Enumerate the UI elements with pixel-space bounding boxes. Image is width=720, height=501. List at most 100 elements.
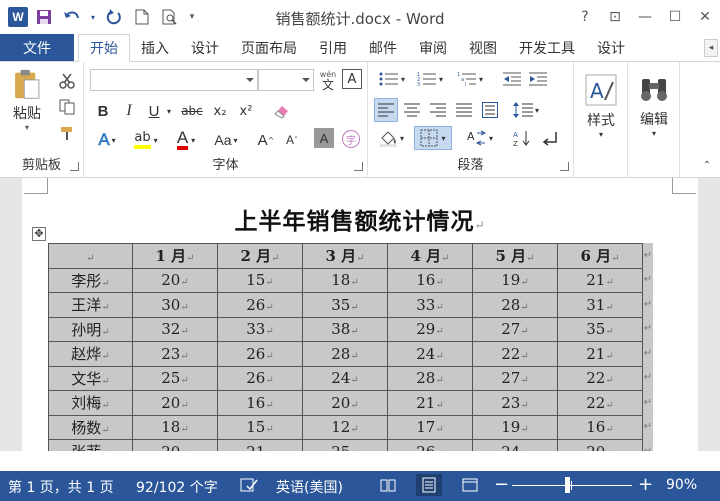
- table-header-cell[interactable]: 1 月↵: [132, 243, 218, 269]
- bold-button[interactable]: B: [92, 100, 114, 122]
- page-count-status[interactable]: 第 1 页，共 1 页: [8, 477, 114, 497]
- table-move-handle-icon[interactable]: ✥: [32, 227, 46, 241]
- table-cell-name[interactable]: 文华↵: [48, 365, 133, 391]
- table-cell-value[interactable]: 28↵: [472, 292, 558, 318]
- character-shading-button[interactable]: A: [314, 128, 334, 148]
- tab-scroll-button[interactable]: ◂: [704, 39, 718, 57]
- table-header-cell[interactable]: 5 月↵: [472, 243, 558, 269]
- proofing-icon[interactable]: [240, 477, 258, 497]
- table-cell-value[interactable]: 26↵: [387, 439, 473, 451]
- table-cell-value[interactable]: 27↵: [472, 316, 558, 342]
- zoom-out-button[interactable]: −: [494, 474, 509, 495]
- highlight-button[interactable]: ab ▾: [128, 128, 164, 152]
- subscript-button[interactable]: x₂: [208, 100, 232, 122]
- align-right-button[interactable]: [426, 98, 450, 122]
- table-cell-value[interactable]: 19↵: [472, 267, 558, 293]
- table-cell-value[interactable]: 21↵: [557, 267, 643, 293]
- italic-button[interactable]: I: [118, 100, 140, 122]
- underline-button[interactable]: U: [144, 100, 164, 122]
- table-cell-value[interactable]: 17↵: [387, 414, 473, 440]
- strikethrough-button[interactable]: abc: [178, 100, 206, 122]
- copy-button[interactable]: [56, 96, 78, 118]
- table-cell-value[interactable]: 23↵: [132, 341, 218, 367]
- table-cell-value[interactable]: 35↵: [557, 316, 643, 342]
- web-layout-icon[interactable]: [462, 478, 478, 496]
- undo-dropdown-button[interactable]: ▾: [88, 5, 98, 29]
- superscript-button[interactable]: x²: [234, 100, 258, 122]
- print-layout-icon[interactable]: [416, 474, 442, 496]
- table-cell-value[interactable]: 27↵: [472, 365, 558, 391]
- increase-indent-button[interactable]: [526, 68, 550, 90]
- table-cell-value[interactable]: 35↵: [302, 292, 388, 318]
- table-cell-name[interactable]: 张菲↵: [48, 439, 133, 451]
- close-button[interactable]: ✕: [690, 0, 720, 34]
- table-cell-value[interactable]: 28↵: [387, 365, 473, 391]
- table-cell-name[interactable]: 赵烨↵: [48, 341, 133, 367]
- table-cell-value[interactable]: 38↵: [302, 316, 388, 342]
- tab-home[interactable]: 开始: [78, 34, 130, 62]
- table-cell-value[interactable]: 18↵: [132, 414, 218, 440]
- repeat-button[interactable]: [102, 5, 126, 29]
- borders-button[interactable]: ▾: [414, 126, 452, 150]
- table-cell-value[interactable]: 20↵: [132, 439, 218, 451]
- table-cell-value[interactable]: 25↵: [132, 365, 218, 391]
- paste-button[interactable]: 粘贴 ▾: [6, 68, 48, 132]
- numbering-button[interactable]: 123 ▾: [412, 68, 448, 90]
- line-spacing-button[interactable]: ▾: [508, 98, 544, 122]
- font-color-button[interactable]: A ▾: [168, 128, 204, 152]
- table-cell-value[interactable]: 15↵: [217, 414, 303, 440]
- collapse-ribbon-button[interactable]: ⌃: [700, 158, 714, 172]
- table-header-cell[interactable]: 6 月↵: [557, 243, 643, 269]
- tab-mailings[interactable]: 邮件: [358, 34, 408, 62]
- decrease-indent-button[interactable]: [500, 68, 524, 90]
- grow-font-button[interactable]: A ^: [254, 128, 278, 152]
- table-cell-value[interactable]: 22↵: [472, 341, 558, 367]
- table-cell-value[interactable]: 22↵: [557, 365, 643, 391]
- font-launcher-icon[interactable]: [354, 162, 363, 171]
- table-cell-value[interactable]: 23↵: [472, 390, 558, 416]
- sales-table[interactable]: ↵ 1 月↵ 2 月↵ 3 月↵ 4 月↵ 5 月↵ 6 月↵ 李彤↵ 20↵ 15…: [48, 243, 643, 451]
- table-cell-value[interactable]: 15↵: [217, 267, 303, 293]
- table-cell-value[interactable]: 20↵: [557, 439, 643, 451]
- sort-button[interactable]: AZ: [510, 126, 534, 150]
- enclose-characters-button[interactable]: A: [342, 69, 362, 89]
- table-cell-value[interactable]: 22↵: [557, 390, 643, 416]
- minimize-button[interactable]: —: [630, 0, 660, 34]
- table-cell-value[interactable]: 24↵: [387, 341, 473, 367]
- clipboard-launcher-icon[interactable]: [70, 162, 79, 171]
- tab-design[interactable]: 设计: [180, 34, 230, 62]
- print-preview-button[interactable]: [158, 5, 182, 29]
- zoom-level[interactable]: 90%: [666, 477, 697, 493]
- shading-button[interactable]: ▾: [374, 126, 410, 150]
- tab-file[interactable]: 文件: [0, 34, 74, 62]
- tab-developer[interactable]: 开发工具: [508, 34, 586, 62]
- table-cell-value[interactable]: 29↵: [387, 316, 473, 342]
- table-cell-value[interactable]: 31↵: [557, 292, 643, 318]
- table-cell-value[interactable]: 26↵: [217, 365, 303, 391]
- change-case-button[interactable]: Aa ▾: [208, 128, 244, 152]
- new-document-button[interactable]: [130, 5, 154, 29]
- table-header-cell[interactable]: 2 月↵: [217, 243, 303, 269]
- table-cell-name[interactable]: 杨数↵: [48, 414, 133, 440]
- table-header-cell[interactable]: 4 月↵: [387, 243, 473, 269]
- customize-qat-button[interactable]: ▾: [186, 5, 198, 29]
- table-cell-value[interactable]: 26↵: [217, 341, 303, 367]
- table-cell-value[interactable]: 33↵: [217, 316, 303, 342]
- tab-review[interactable]: 审阅: [408, 34, 458, 62]
- editing-button[interactable]: 编辑 ▾: [632, 66, 676, 146]
- save-button[interactable]: [32, 5, 56, 29]
- table-cell-name[interactable]: 李彤↵: [48, 267, 133, 293]
- zoom-slider-track[interactable]: [512, 485, 632, 486]
- distributed-button[interactable]: [478, 98, 502, 122]
- styles-button[interactable]: A 样式 ▾: [578, 66, 624, 146]
- table-cell-value[interactable]: 20↵: [302, 390, 388, 416]
- word-count-status[interactable]: 92/102 个字: [136, 477, 218, 497]
- font-name-combo[interactable]: [90, 69, 258, 91]
- underline-dropdown-icon[interactable]: ▾: [164, 100, 174, 122]
- table-cell-value[interactable]: 19↵: [472, 414, 558, 440]
- table-cell-value[interactable]: 20↵: [132, 267, 218, 293]
- tab-table-design[interactable]: 设计: [586, 34, 636, 62]
- format-painter-button[interactable]: [56, 122, 78, 144]
- table-cell-value[interactable]: 21↵: [217, 439, 303, 451]
- show-marks-button[interactable]: [538, 126, 562, 150]
